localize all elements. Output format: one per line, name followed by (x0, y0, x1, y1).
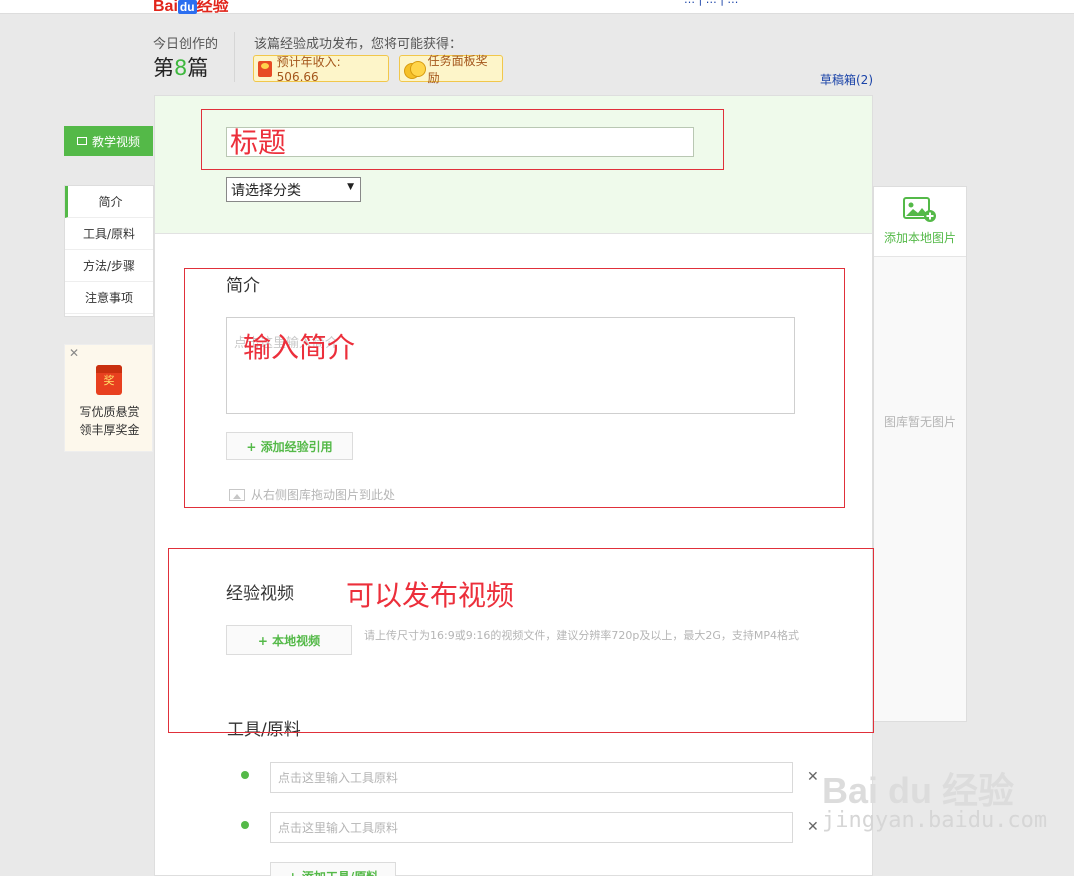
add-tool-button[interactable]: + 添加工具/原料 (270, 862, 396, 876)
logo-jingyan: 经验 (196, 0, 229, 15)
income-label: 预计年收入: 506.66 (276, 55, 341, 84)
count-prefix: 第 (153, 56, 174, 80)
category-select[interactable]: 请选择分类 ▼ (226, 177, 361, 202)
baidu-watermark: Bai du 经验 jingyan.baidu.com (822, 762, 1047, 833)
dropdown-arrow-icon: ▼ (347, 182, 354, 192)
annotation-video: 可以发布视频 (346, 579, 515, 612)
watermark-url: jingyan.baidu.com (822, 808, 1048, 833)
add-image-icon[interactable] (903, 197, 937, 223)
coins-icon (404, 60, 426, 79)
red-envelope-icon: 奖 (96, 365, 122, 395)
annotation-box-video (168, 548, 874, 733)
tool-input[interactable]: 点击这里输入工具原料 (270, 812, 793, 843)
video-icon (76, 137, 87, 145)
library-empty-label: 图库暂无图片 (883, 415, 956, 429)
promo-line-2: 领丰厚奖金 (79, 423, 140, 437)
count-suffix: 篇 (187, 56, 209, 80)
drafts-link[interactable]: 草稿箱(2) (820, 71, 873, 88)
bullet-dot (241, 821, 249, 829)
nav-item-intro[interactable]: 简介 (65, 186, 153, 218)
top-links[interactable]: … | … | … (684, 0, 738, 6)
nav-item-notes[interactable]: 注意事项 (65, 282, 153, 314)
bullet-dot (241, 771, 249, 779)
close-icon[interactable]: ✕ (69, 346, 79, 360)
add-local-image-label[interactable]: 添加本地图片 (874, 229, 966, 246)
logo-du: du (177, 0, 197, 14)
remove-tool-icon[interactable]: ✕ (807, 819, 819, 835)
tutorial-video-label: 教学视频 (91, 134, 140, 149)
section-nav: 简介 工具/原料 方法/步骤 注意事项 (64, 185, 154, 317)
promo-line-1: 写优质悬赏 (79, 405, 140, 419)
task-reward-label: 任务面板奖励 (427, 53, 488, 85)
annotation-intro: 输入简介 (243, 331, 356, 364)
nav-item-steps[interactable]: 方法/步骤 (65, 250, 153, 282)
image-library (873, 186, 967, 722)
tutorial-video-button[interactable]: 教学视频 (64, 126, 153, 156)
category-value: 请选择分类 (231, 182, 301, 199)
reward-title: 该篇经验成功发布，您将可能获得： (254, 37, 463, 52)
task-reward-badge[interactable]: 任务面板奖励 (399, 54, 503, 85)
count-number: 8 (174, 56, 188, 80)
header-divider (234, 32, 235, 82)
annotation-box-intro (184, 268, 845, 508)
tool-input[interactable]: 点击这里输入工具原料 (270, 762, 793, 793)
remove-tool-icon[interactable]: ✕ (807, 769, 819, 785)
income-badge[interactable]: 预计年收入: 506.66 (253, 55, 389, 84)
logo-bai: Bai (153, 0, 178, 15)
watermark-brand: Bai du 经验 (822, 770, 1015, 811)
bounty-promo[interactable]: ✕ 奖 写优质悬赏 领丰厚奖金 (64, 344, 153, 452)
baidu-jingyan-logo[interactable]: Bai du 经验 (153, 0, 229, 16)
nav-item-tools[interactable]: 工具/原料 (65, 218, 153, 250)
today-created-label: 今日创作的 (153, 37, 219, 52)
red-envelope-icon (258, 60, 272, 77)
annotation-title: 标题 (230, 126, 287, 159)
today-count: 第8篇 (153, 52, 208, 82)
